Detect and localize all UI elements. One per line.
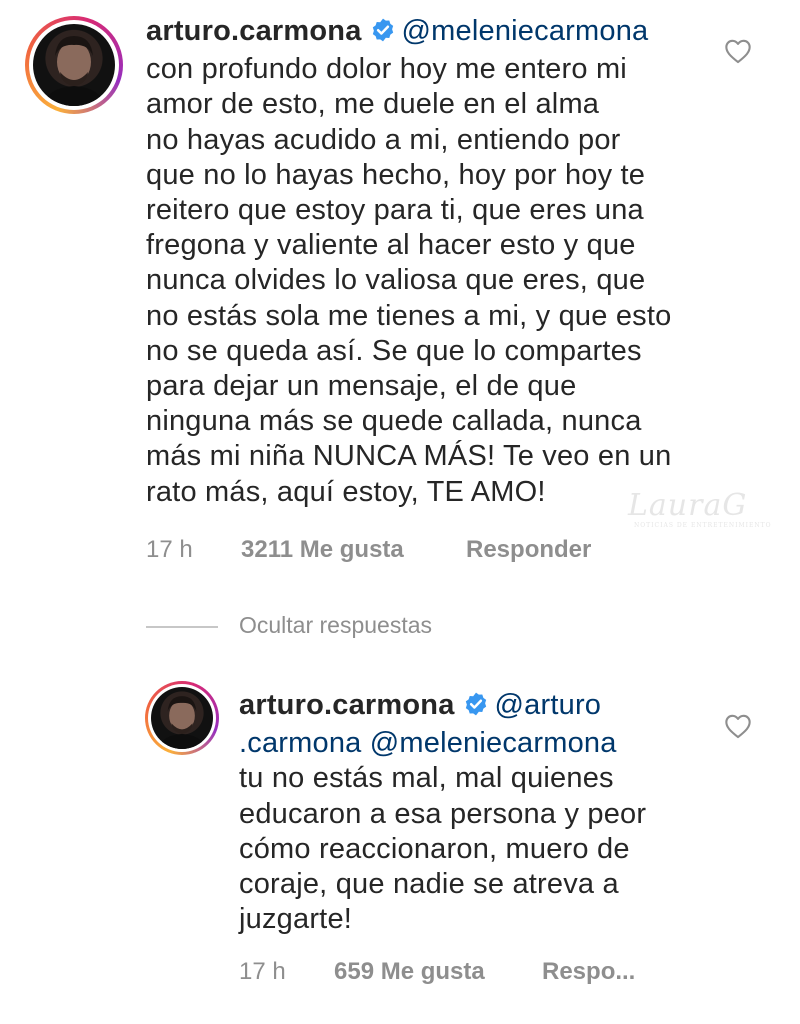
likes-count[interactable]: 659 Me gusta [334, 958, 485, 986]
comment-username[interactable]: arturo.carmona [146, 15, 362, 47]
comment-1-meta: 17 h 3211 Me gusta Responder [0, 536, 800, 566]
comment-text-line: juzgarte! [239, 903, 353, 936]
like-heart-icon[interactable] [724, 38, 752, 64]
comment-text-line: reitero que estoy para ti, que eres una [146, 194, 644, 227]
comment-time: 17 h [239, 958, 286, 985]
hide-replies-label[interactable]: Ocultar respuestas [239, 612, 432, 639]
mention-link[interactable]: @arturo [495, 689, 602, 721]
mention-link[interactable]: .carmona [239, 727, 362, 759]
comment-1: arturo.carmona @meleniecarmona con profun… [146, 14, 706, 510]
avatar-arturo-carmona[interactable] [25, 16, 123, 114]
comment-text-line: nunca olvides lo valiosa que eres, que [146, 264, 646, 297]
divider-line [146, 626, 218, 628]
avatar-photo [151, 687, 213, 749]
watermark-logo: LauraG NOTICIAS DE ENTRETENIMIENTO [628, 488, 772, 529]
comment-text-line: amor de esto, me duele en el alma [146, 88, 600, 121]
avatar-photo [33, 24, 115, 106]
comment-text-line: no se queda así. Se que lo compartes [146, 334, 642, 367]
comment-2-meta: 17 h 659 Me gusta Respo... [0, 958, 800, 988]
comment-text-line: tu no estás mal, mal quienes [239, 762, 614, 795]
comment-2-reply: arturo.carmona @arturo .carmona @meleniec… [239, 688, 699, 937]
like-heart-icon[interactable] [724, 713, 752, 739]
comment-time: 17 h [146, 536, 193, 563]
verified-badge-icon [463, 691, 489, 726]
comment-text-line: coraje, que nadie se atreva a [239, 868, 619, 901]
comment-text-line: educaron a esa persona y peor [239, 797, 647, 830]
comment-text-line: cómo reaccionaron, muero de [239, 832, 630, 865]
comment-text-line: para dejar un mensaje, el de que [146, 370, 577, 403]
comment-text-line: rato más, aquí estoy, TE AMO! [146, 475, 546, 508]
comment-text-line: ninguna más se quede callada, nunca [146, 405, 642, 438]
comment-text-line: que no lo hayas hecho, hoy por hoy te [146, 158, 646, 191]
comment-text-line: no hayas acudido a mi, entiendo por [146, 123, 621, 156]
likes-count[interactable]: 3211 Me gusta [241, 536, 404, 564]
comment-username[interactable]: arturo.carmona [239, 689, 455, 721]
verified-badge-icon [370, 17, 396, 52]
mention-link[interactable]: @meleniecarmona [370, 727, 617, 759]
avatar-arturo-carmona-reply[interactable] [145, 681, 219, 755]
comment-text-line: más mi niña NUNCA MÁS! Te veo en un [146, 440, 672, 473]
reply-button[interactable]: Respo... [542, 958, 635, 986]
reply-button[interactable]: Responder [466, 536, 591, 564]
comment-text-line: no estás sola me tienes a mi, y que esto [146, 299, 672, 332]
comment-text-line: fregona y valiente al hacer esto y que [146, 229, 636, 262]
comment-text-line: con profundo dolor hoy me entero mi [146, 53, 627, 86]
mention-link[interactable]: @meleniecarmona [402, 15, 649, 47]
